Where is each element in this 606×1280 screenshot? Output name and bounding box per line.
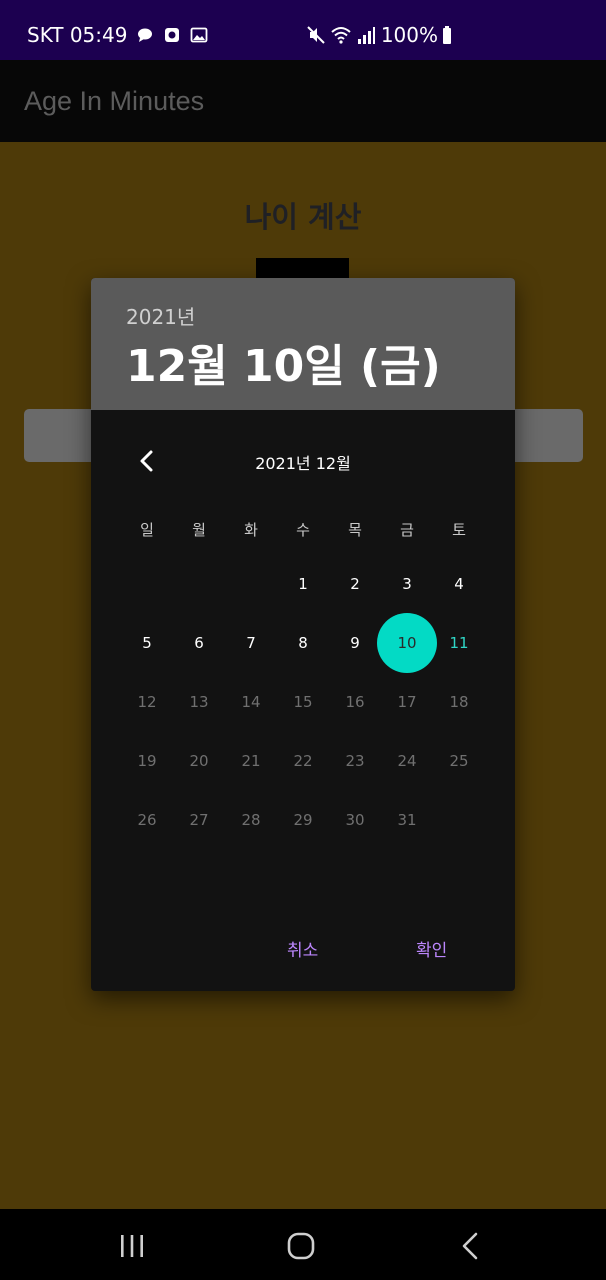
page-title: 나이 계산 [244,200,362,234]
date-picker-dialog: 2021년 12월 10일 (금) 2021년 12월 일월화수목금토 1234… [91,278,515,991]
dialog-header: 2021년 12월 10일 (금) [91,278,515,410]
navigation-bar [0,1209,606,1280]
weekday-label: 금 [400,521,414,539]
app-bar: Age In Minutes [0,60,606,142]
back-icon[interactable] [430,1209,510,1280]
calendar-day: 21 [241,752,261,770]
calendar-day[interactable]: 7 [225,617,277,669]
calendar-day-today[interactable]: 11 [433,617,485,669]
month-label: 2021년 12월 [255,454,351,473]
calendar-day: 20 [189,752,209,770]
calendar-day: 27 [189,811,209,829]
weekday-label: 수 [296,521,310,539]
calendar-day[interactable]: 6 [173,617,225,669]
weekday-label: 월 [192,521,206,539]
weekday-label: 화 [244,521,258,539]
calendar-day: 28 [241,811,261,829]
calendar-day: 17 [397,693,417,711]
weekday-label: 토 [452,521,466,539]
calendar-day: 19 [137,752,157,770]
chat-bubble-icon [138,28,153,42]
status-left: SKT 05:49 [27,23,208,47]
mute-vibrate-icon [307,26,325,44]
status-right: 100% [306,23,460,47]
header-year[interactable]: 2021년 [126,301,195,330]
recent-apps-icon[interactable] [92,1209,172,1280]
calendar-day: 13 [189,693,209,711]
calendar-day: 24 [397,752,417,770]
calendar-day[interactable]: 3 [381,558,433,610]
calendar-day: 16 [345,693,365,711]
header-selected-date[interactable]: 12월 10일 (금) [126,330,441,394]
calendar-day[interactable]: 1 [277,558,329,610]
calendar-day: 18 [449,693,469,711]
app-notification-icon [165,28,180,42]
calendar-day: 23 [345,752,365,770]
signal-icon [357,27,375,44]
calendar-day: 12 [137,693,157,711]
status-carrier-time: SKT 05:49 [27,23,128,47]
calendar-day[interactable]: 2 [329,558,381,610]
wifi-icon [331,27,351,44]
battery-icon [443,26,451,44]
status-bar: SKT 05:49 100% [0,0,606,60]
calendar-day: 14 [241,693,261,711]
ok-button[interactable]: 확인 [416,936,447,961]
battery-percent: 100% [380,23,438,47]
home-icon[interactable] [261,1209,341,1280]
calendar-day: 31 [397,811,417,829]
calendar-day: 29 [293,811,313,829]
calendar-day: 22 [293,752,313,770]
calendar-day: 25 [449,752,469,770]
calendar-day: 26 [137,811,157,829]
calendar-day: 15 [293,693,313,711]
cancel-button[interactable]: 취소 [287,936,318,961]
calendar-day[interactable]: 5 [121,617,173,669]
calendar-day: 30 [345,811,365,829]
calendar-day[interactable]: 4 [433,558,485,610]
weekday-label: 목 [348,521,362,539]
calendar-day[interactable]: 8 [277,617,329,669]
calendar-day[interactable]: 9 [329,617,381,669]
gallery-image-icon [191,27,208,43]
calendar-day-selected[interactable]: 10 [377,613,437,673]
app-title: Age In Minutes [24,86,205,116]
weekday-label: 일 [140,521,154,539]
